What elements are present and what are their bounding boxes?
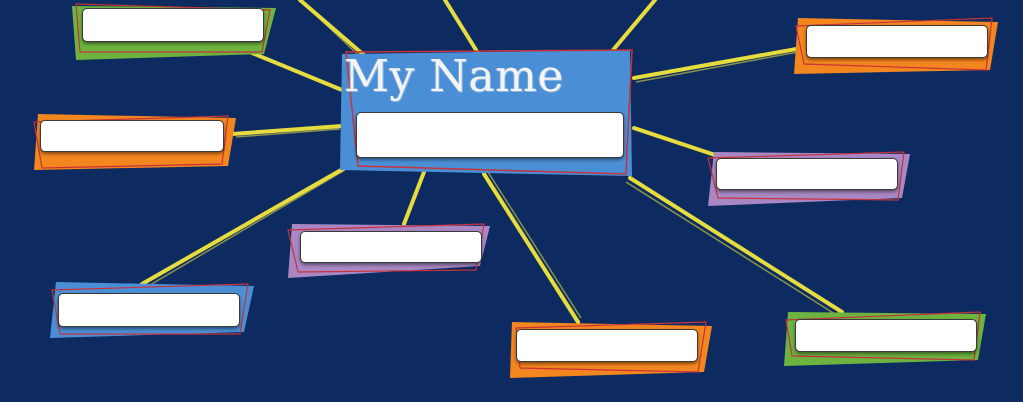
- connector-top-right: [632, 46, 804, 80]
- node-bottom-left-input[interactable]: [58, 293, 240, 327]
- node-top-right-input[interactable]: [806, 25, 988, 58]
- connector-sketch-4: [487, 171, 582, 319]
- node-mid-right-input[interactable]: [716, 158, 898, 190]
- node-bottom-middle-input[interactable]: [516, 329, 698, 362]
- center-name-input[interactable]: [356, 112, 624, 158]
- node-top-left-input[interactable]: [82, 8, 264, 42]
- node-bottom-right-input[interactable]: [795, 319, 977, 352]
- connector-sketch-6: [635, 51, 799, 83]
- mind-map-canvas: My Name: [0, 0, 1023, 402]
- connector-bottom-middle: [482, 172, 580, 324]
- node-mid-left-input[interactable]: [40, 120, 224, 152]
- center-title: My Name: [344, 51, 564, 102]
- node-center-bottom-input[interactable]: [300, 231, 482, 263]
